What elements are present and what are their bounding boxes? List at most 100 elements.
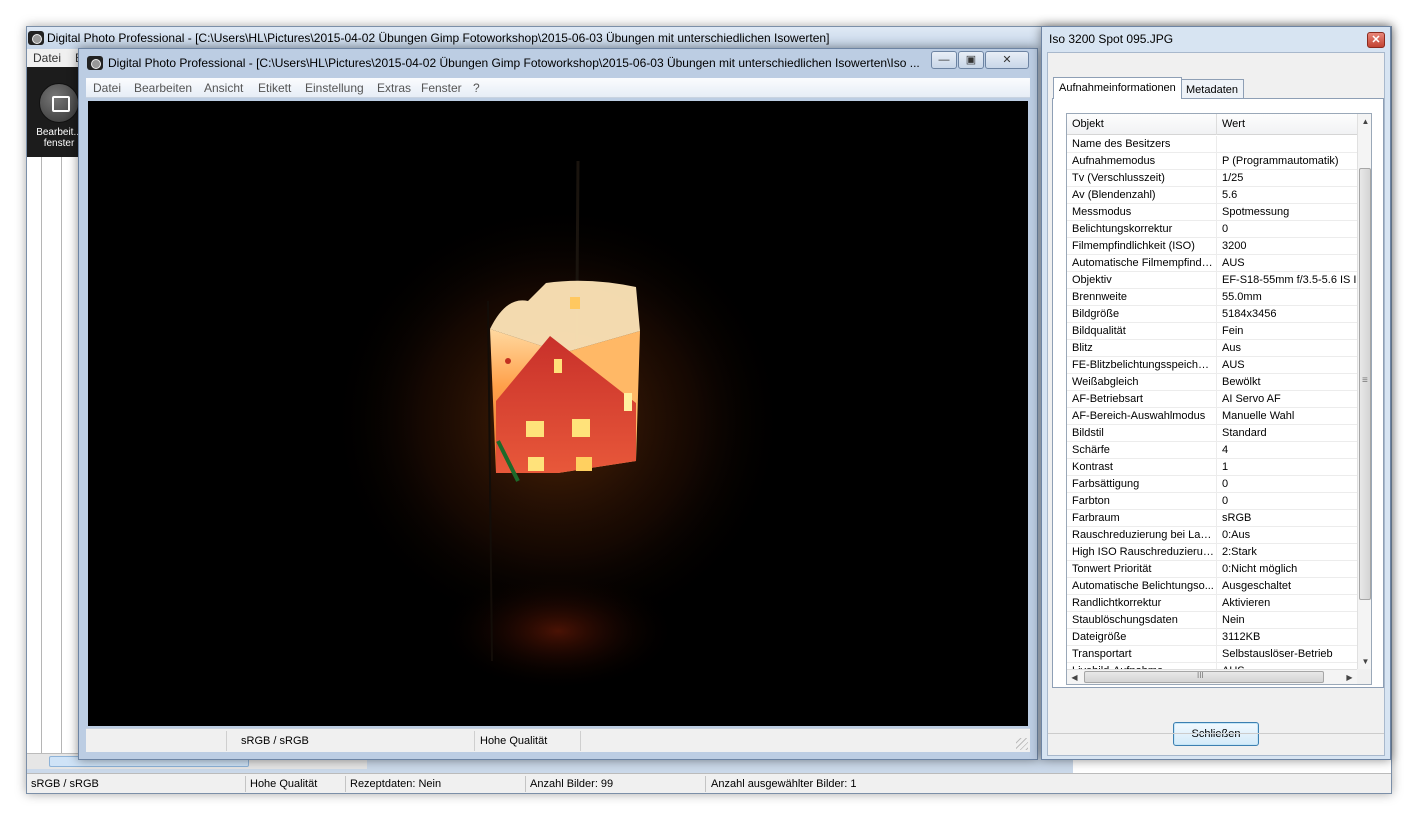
row-key: Farbraum (1072, 512, 1120, 524)
table-row[interactable]: Brennweite 55.0mm (1067, 289, 1357, 306)
menu-ansicht[interactable]: Ansicht (204, 81, 243, 95)
row-key: Farbsättigung (1072, 478, 1140, 490)
status-separator (705, 776, 706, 792)
table-row[interactable]: AF-Betriebsart AI Servo AF (1067, 391, 1357, 408)
table-row[interactable]: FE-Blitzbelichtungsspeicher... AUS (1067, 357, 1357, 374)
row-value: 2:Stark (1222, 546, 1257, 558)
scrollbar-thumb[interactable] (1084, 671, 1324, 683)
table-row[interactable]: Schärfe 4 (1067, 442, 1357, 459)
table-horizontal-scrollbar[interactable]: ◀ ▶ (1067, 669, 1357, 684)
scrollbar-thumb[interactable] (1359, 168, 1371, 600)
menu-help[interactable]: ? (473, 81, 480, 95)
table-row[interactable]: Automatische Filmempfindli... AUS (1067, 255, 1357, 272)
table-row[interactable]: Dateigröße 3112KB (1067, 629, 1357, 646)
scroll-right-arrow-icon[interactable]: ▶ (1342, 670, 1357, 684)
menu-einstellung[interactable]: Einstellung (305, 81, 364, 95)
header-objekt[interactable]: Objekt (1072, 118, 1104, 130)
cell-separator (1216, 289, 1217, 306)
row-key: FE-Blitzbelichtungsspeicher... (1072, 359, 1214, 371)
edit-title-bar[interactable]: Digital Photo Professional - [C:\Users\H… (79, 49, 1037, 77)
table-vertical-scrollbar[interactable]: ▲ ▼ (1357, 114, 1371, 669)
table-row[interactable]: Bildgröße 5184x3456 (1067, 306, 1357, 323)
table-row[interactable]: Aufnahmemodus P (Programmautomatik) (1067, 153, 1357, 170)
cell-separator (1216, 476, 1217, 493)
row-key: Aufnahmemodus (1072, 155, 1156, 167)
edit-window-button[interactable] (39, 83, 79, 123)
table-row[interactable]: Av (Blendenzahl) 5.6 (1067, 187, 1357, 204)
cell-separator (1216, 646, 1217, 663)
cell-separator (1216, 442, 1217, 459)
cell-separator (1216, 340, 1217, 357)
table-row[interactable]: Tv (Verschlusszeit) 1/25 (1067, 170, 1357, 187)
camera-icon (87, 56, 103, 70)
row-key: Av (Blendenzahl) (1072, 189, 1156, 201)
table-row[interactable]: Messmodus Spotmessung (1067, 204, 1357, 221)
menu-extras[interactable]: Extras (377, 81, 411, 95)
status-separator (226, 731, 227, 751)
table-row[interactable]: Blitz Aus (1067, 340, 1357, 357)
table-row[interactable]: High ISO Rauschreduzierung 2:Stark (1067, 544, 1357, 561)
dialog-close-button[interactable]: ✕ (1367, 32, 1385, 48)
table-row[interactable]: Weißabgleich Bewölkt (1067, 374, 1357, 391)
row-key: Messmodus (1072, 206, 1132, 218)
column-divider (41, 157, 42, 757)
table-row[interactable]: Name des Besitzers (1067, 136, 1357, 153)
scroll-corner (1357, 669, 1371, 684)
scroll-down-arrow-icon[interactable]: ▼ (1358, 654, 1371, 669)
table-row[interactable]: AF-Bereich-Auswahlmodus Manuelle Wahl (1067, 408, 1357, 425)
cell-separator (1216, 391, 1217, 408)
row-key: Bildqualität (1072, 325, 1126, 337)
menu-fenster[interactable]: Fenster (421, 81, 462, 95)
table-row[interactable]: Farbsättigung 0 (1067, 476, 1357, 493)
row-key: Tv (Verschlusszeit) (1072, 172, 1165, 184)
table-row[interactable]: Automatische Belichtungso... Ausgeschalte… (1067, 578, 1357, 595)
cell-separator (1216, 425, 1217, 442)
menu-file[interactable]: Datei (33, 51, 61, 65)
menu-etikett[interactable]: Etikett (258, 81, 291, 95)
row-key: Tonwert Priorität (1072, 563, 1152, 575)
edit-window-title: Digital Photo Professional - [C:\Users\H… (108, 56, 920, 70)
tab-metadaten[interactable]: Metadaten (1180, 79, 1244, 100)
table-row[interactable]: Staublöschungsdaten Nein (1067, 612, 1357, 629)
table-row[interactable]: Rauschreduzierung bei Lan... 0:Aus (1067, 527, 1357, 544)
table-row[interactable]: Kontrast 1 (1067, 459, 1357, 476)
table-row[interactable]: Objektiv EF-S18-55mm f/3.5-5.6 IS II (1067, 272, 1357, 289)
info-table: Objekt Wert Name des Besitzers Aufnahmemo… (1066, 113, 1372, 685)
scroll-left-arrow-icon[interactable]: ◀ (1067, 670, 1082, 684)
cell-separator (1216, 595, 1217, 612)
table-row[interactable]: Randlichtkorrektur Aktivieren (1067, 595, 1357, 612)
edit-status-bar: sRGB / sRGB Hohe Qualität (86, 728, 1030, 752)
restore-button[interactable]: ▣ (958, 51, 984, 69)
table-row[interactable]: Bildstil Standard (1067, 425, 1357, 442)
cell-separator (1216, 153, 1217, 170)
table-row[interactable]: Farbraum sRGB (1067, 510, 1357, 527)
table-row[interactable]: Bildqualität Fein (1067, 323, 1357, 340)
minimize-button[interactable]: — (931, 51, 957, 69)
menu-datei[interactable]: Datei (93, 81, 121, 95)
status-quality: Hohe Qualität (250, 778, 318, 790)
row-value: 0 (1222, 478, 1229, 490)
tab-aufnahmeinformationen[interactable]: Aufnahmeinformationen (1053, 77, 1182, 99)
header-wert[interactable]: Wert (1222, 118, 1245, 130)
close-window-button[interactable]: ✕ (985, 51, 1029, 69)
status-separator (474, 731, 475, 751)
menu-bearbeiten[interactable]: Bearbeiten (134, 81, 192, 95)
table-row[interactable]: Transportart Selbstauslöser-Betrieb (1067, 646, 1357, 663)
dialog-title: Iso 3200 Spot 095.JPG (1049, 32, 1174, 46)
scroll-up-arrow-icon[interactable]: ▲ (1358, 114, 1371, 129)
table-rows: Name des Besitzers Aufnahmemodus P (Progra… (1067, 136, 1357, 680)
table-row[interactable]: Filmempfindlichkeit (ISO) 3200 (1067, 238, 1357, 255)
resize-grip[interactable] (1016, 738, 1028, 750)
main-status-bar: sRGB / sRGB Hohe Qualität Rezeptdaten: N… (27, 773, 1391, 793)
row-value: AI Servo AF (1222, 393, 1281, 405)
restore-icon: ▣ (965, 54, 977, 66)
table-row[interactable]: Belichtungskorrektur 0 (1067, 221, 1357, 238)
row-key: Dateigröße (1072, 631, 1127, 643)
camera-icon (28, 31, 44, 45)
photo-preview[interactable] (88, 101, 1028, 726)
row-value: 0 (1222, 495, 1229, 507)
cell-separator (1216, 187, 1217, 204)
table-row[interactable]: Farbton 0 (1067, 493, 1357, 510)
status-separator (525, 776, 526, 792)
table-row[interactable]: Tonwert Priorität 0:Nicht möglich (1067, 561, 1357, 578)
